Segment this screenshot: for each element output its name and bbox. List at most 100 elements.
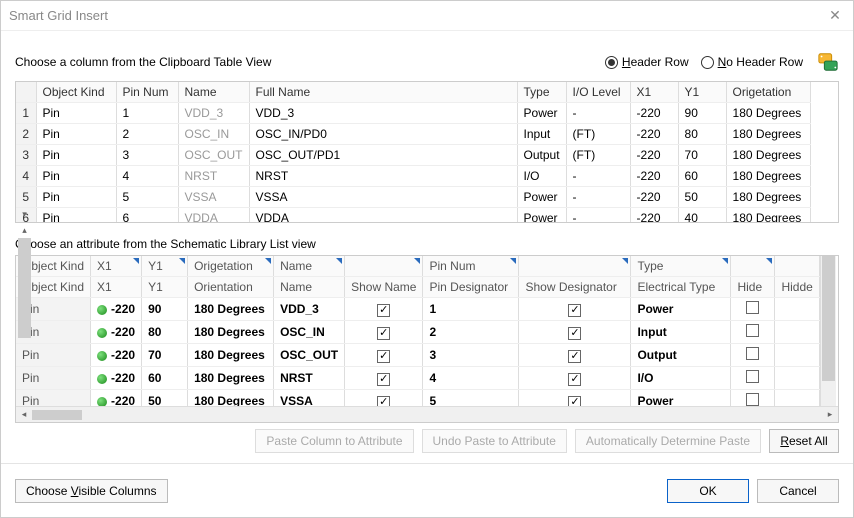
cell-electrical-type[interactable]: Power xyxy=(631,298,731,321)
table-row[interactable]: 2Pin2OSC_INOSC_IN/PD0Input(FT)-22080180 … xyxy=(16,124,810,145)
checkbox-icon[interactable] xyxy=(377,304,390,317)
cell-full-name[interactable]: OSC_OUT/PD1 xyxy=(249,145,517,166)
reset-all-button[interactable]: Reset All xyxy=(769,429,839,453)
cell-type[interactable]: Power xyxy=(517,187,566,208)
cell-hidden[interactable] xyxy=(775,344,819,367)
cell-show-name[interactable] xyxy=(345,298,423,321)
table-row[interactable]: Pin-22090180 DegreesVDD_31Power xyxy=(16,298,819,321)
cell-orientation[interactable]: 180 Degrees xyxy=(188,298,274,321)
cell-object-kind[interactable]: Pin xyxy=(36,187,116,208)
cell-io-level[interactable]: - xyxy=(566,166,630,187)
table-row[interactable]: 6Pin6VDDAVDDAPower--22040180 Degrees xyxy=(16,208,810,223)
cell-full-name[interactable]: VSSA xyxy=(249,187,517,208)
table-row[interactable]: Pin-22080180 DegreesOSC_IN2Input xyxy=(16,321,819,344)
cell-electrical-type[interactable]: Input xyxy=(631,321,731,344)
cell-show-designator[interactable] xyxy=(519,321,631,344)
checkbox-icon[interactable] xyxy=(746,393,759,406)
cell-type[interactable]: Power xyxy=(517,208,566,223)
cell-full-name[interactable]: VDD_3 xyxy=(249,103,517,124)
cell-y1[interactable]: 70 xyxy=(678,145,726,166)
checkbox-icon[interactable] xyxy=(377,327,390,340)
cell-name[interactable]: NRST xyxy=(178,166,249,187)
cell-name[interactable]: OSC_IN xyxy=(274,321,345,344)
cell-x1[interactable]: -220 xyxy=(630,208,678,223)
cell-pin-num[interactable]: 5 xyxy=(116,187,178,208)
cell-pin-num[interactable]: 2 xyxy=(116,124,178,145)
table-row[interactable]: Pin-22070180 DegreesOSC_OUT3Output xyxy=(16,344,819,367)
cell-full-name[interactable]: OSC_IN/PD0 xyxy=(249,124,517,145)
cell-show-designator[interactable] xyxy=(519,390,631,407)
cell-name[interactable]: OSC_OUT xyxy=(178,145,249,166)
hB-hidden[interactable]: Hidde xyxy=(775,277,819,298)
checkbox-icon[interactable] xyxy=(377,373,390,386)
horizontal-scrollbar[interactable]: ◂ ▸ xyxy=(16,406,838,422)
table-row[interactable]: 3Pin3OSC_OUTOSC_OUT/PD1Output(FT)-220701… xyxy=(16,145,810,166)
cell-hidden[interactable] xyxy=(775,298,819,321)
cell-orientation[interactable]: 180 Degrees xyxy=(188,344,274,367)
cell-name[interactable]: VDDA xyxy=(178,208,249,223)
col-io-level[interactable]: I/O Level xyxy=(566,82,630,103)
cancel-button[interactable]: Cancel xyxy=(757,479,839,503)
col-x1[interactable]: X1 xyxy=(630,82,678,103)
cell-electrical-type[interactable]: Output xyxy=(631,344,731,367)
table-row[interactable]: Pin-22050180 DegreesVSSA5Power xyxy=(16,390,819,407)
scroll-left-icon[interactable]: ◂ xyxy=(16,409,32,420)
hA-blank4[interactable] xyxy=(775,256,819,277)
cell-object-kind[interactable]: Pin xyxy=(36,208,116,223)
checkbox-icon[interactable] xyxy=(568,304,581,317)
checkbox-icon[interactable] xyxy=(377,350,390,363)
scroll-down-icon[interactable]: ▾ xyxy=(17,206,32,222)
hA-y1[interactable]: Y1 xyxy=(142,256,188,277)
table-row[interactable]: 1Pin1VDD_3VDD_3Power--22090180 Degrees xyxy=(16,103,810,124)
cell-x1[interactable]: -220 xyxy=(91,344,142,367)
cell-orientation[interactable]: 180 Degrees xyxy=(726,145,810,166)
checkbox-icon[interactable] xyxy=(568,373,581,386)
scroll-up-icon[interactable]: ▴ xyxy=(17,222,32,238)
cell-hide[interactable] xyxy=(731,298,775,321)
hB-electrical-type[interactable]: Electrical Type xyxy=(631,277,731,298)
cell-y1[interactable]: 60 xyxy=(678,166,726,187)
attribute-grid[interactable]: Object Kind X1 Y1 Origetation Name Pin N… xyxy=(15,255,839,423)
cell-pin-designator[interactable]: 5 xyxy=(423,390,519,407)
cell-object-kind[interactable]: Pin xyxy=(36,124,116,145)
cell-orientation[interactable]: 180 Degrees xyxy=(188,367,274,390)
cell-orientation[interactable]: 180 Degrees xyxy=(726,166,810,187)
hB-show-name[interactable]: Show Name xyxy=(345,277,423,298)
cell-orientation[interactable]: 180 Degrees xyxy=(726,208,810,223)
component-icon[interactable] xyxy=(817,51,839,73)
cell-type[interactable]: Power xyxy=(517,103,566,124)
checkbox-icon[interactable] xyxy=(746,347,759,360)
hB-hide[interactable]: Hide xyxy=(731,277,775,298)
cell-x1[interactable]: -220 xyxy=(630,124,678,145)
scroll-thumb[interactable] xyxy=(18,238,31,338)
cell-electrical-type[interactable]: I/O xyxy=(631,367,731,390)
checkbox-icon[interactable] xyxy=(746,324,759,337)
cell-type[interactable]: I/O xyxy=(517,166,566,187)
cell-hidden[interactable] xyxy=(775,390,819,407)
cell-object-kind[interactable]: Pin xyxy=(36,166,116,187)
auto-determine-button[interactable]: Automatically Determine Paste xyxy=(575,429,761,453)
cell-x1[interactable]: -220 xyxy=(630,187,678,208)
cell-y1[interactable]: 90 xyxy=(142,298,188,321)
col-y1[interactable]: Y1 xyxy=(678,82,726,103)
cell-io-level[interactable]: - xyxy=(566,187,630,208)
cell-show-designator[interactable] xyxy=(519,367,631,390)
checkbox-icon[interactable] xyxy=(377,396,390,407)
col-orientation[interactable]: Origetation xyxy=(726,82,810,103)
col-name[interactable]: Name xyxy=(178,82,249,103)
cell-orientation[interactable]: 180 Degrees xyxy=(726,103,810,124)
undo-paste-button[interactable]: Undo Paste to Attribute xyxy=(422,429,567,453)
hA-pin-num[interactable]: Pin Num xyxy=(423,256,519,277)
ok-button[interactable]: OK xyxy=(667,479,749,503)
cell-y1[interactable]: 60 xyxy=(142,367,188,390)
cell-pin-designator[interactable]: 2 xyxy=(423,321,519,344)
hB-orientation[interactable]: Orientation xyxy=(188,277,274,298)
hA-type[interactable]: Type xyxy=(631,256,731,277)
clipboard-grid[interactable]: Object Kind Pin Num Name Full Name Type … xyxy=(15,81,839,223)
checkbox-icon[interactable] xyxy=(568,350,581,363)
cell-pin-designator[interactable]: 3 xyxy=(423,344,519,367)
cell-orientation[interactable]: 180 Degrees xyxy=(726,187,810,208)
cell-object-kind[interactable]: Pin xyxy=(16,344,91,367)
cell-show-name[interactable] xyxy=(345,367,423,390)
cell-io-level[interactable]: (FT) xyxy=(566,145,630,166)
